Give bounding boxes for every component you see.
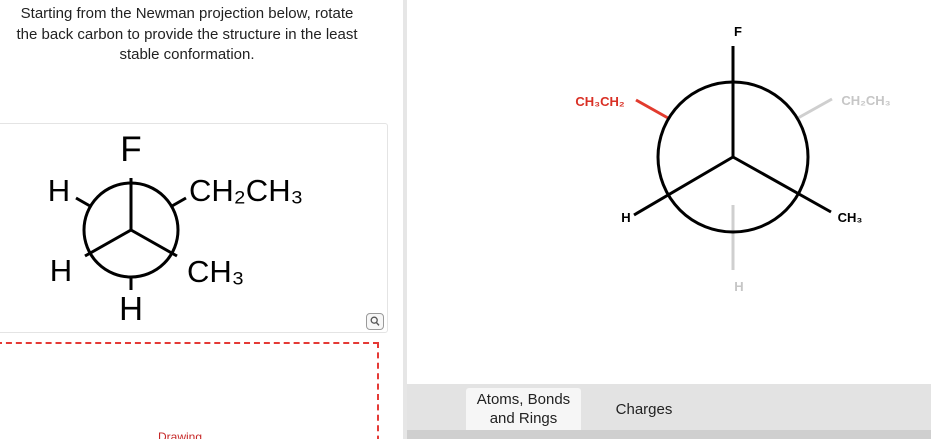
tab-atoms-bonds-rings[interactable]: Atoms, Bonds and Rings: [466, 388, 581, 430]
back-bond-upper-left: [75, 196, 91, 208]
front-bond-lower-left[interactable]: [633, 155, 734, 217]
drawing-answer-area[interactable]: [0, 342, 379, 439]
editor-label-ch2ch3-ghost[interactable]: CH₂CH₃: [841, 93, 890, 108]
drawing-label: Drawing: [158, 430, 203, 439]
tab-charges-label: Charges: [615, 400, 673, 418]
editor-label-ch3ch2[interactable]: CH₃CH₂: [575, 94, 625, 109]
front-bond-lower-right[interactable]: [732, 155, 832, 214]
front-bond-lower-left: [84, 228, 132, 258]
label-h-upper-left: H: [48, 173, 70, 208]
toolbar-scroll-strip: [407, 430, 931, 439]
editor-label-f[interactable]: F: [734, 24, 742, 39]
editor-label-h-left[interactable]: H: [621, 210, 630, 225]
editor-label-h-bottom-ghost[interactable]: H: [734, 279, 743, 294]
question-pane: Starting from the Newman projection belo…: [0, 0, 403, 439]
given-projection-drawing: F H CH₂CH₃ H CH₃ H: [48, 130, 303, 327]
tab-atoms-label-line-2: and Rings: [489, 410, 558, 427]
editor-pane: F CH₃CH₂ CH₂CH₃ H CH₃ H Atoms, Bonds and…: [407, 0, 931, 439]
label-ch3: CH₃: [187, 254, 244, 289]
given-newman-projection: F H CH₂CH₃ H CH₃ H: [0, 123, 388, 333]
magnifier-icon: [370, 316, 380, 326]
back-bond-upper-left-selected[interactable]: [635, 98, 669, 120]
tab-charges[interactable]: Charges: [591, 388, 697, 430]
label-f: F: [120, 130, 141, 169]
question-line-1: Starting from the Newman projection belo…: [20, 5, 354, 22]
front-bond-lower-right: [130, 228, 178, 258]
zoom-button[interactable]: [366, 313, 384, 330]
label-h-bottom: H: [119, 290, 143, 327]
question-line-2: the back carbon to provide the structure…: [16, 25, 358, 43]
back-bond-upper-right-ghost[interactable]: [797, 97, 833, 120]
question-text: Starting from the Newman projection belo…: [0, 4, 394, 66]
tab-atoms-label-line-1: Atoms, Bonds: [476, 391, 571, 408]
newman-editor-canvas[interactable]: F CH₃CH₂ CH₂CH₃ H CH₃ H: [407, 0, 931, 384]
editor-label-ch3[interactable]: CH₃: [838, 210, 863, 225]
question-line-3: stable conformation.: [119, 46, 255, 63]
app-root: Starting from the Newman projection belo…: [0, 0, 931, 439]
label-ch2ch3: CH₂CH₃: [189, 173, 303, 208]
label-h-lower-left: H: [50, 253, 72, 288]
back-bond-upper-right: [171, 196, 187, 208]
